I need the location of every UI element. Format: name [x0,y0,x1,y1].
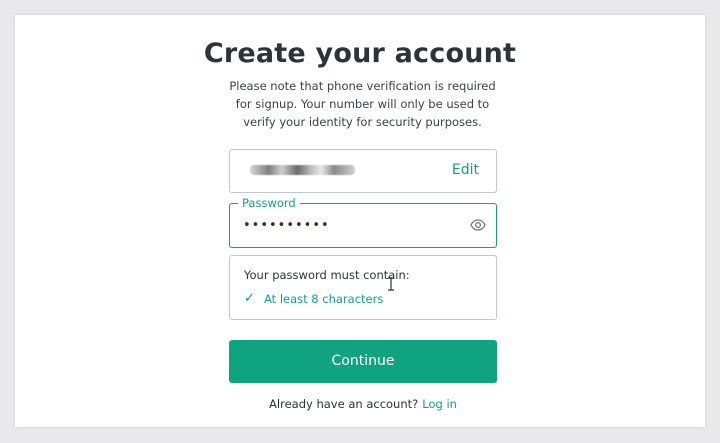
email-field: Edit [229,149,497,193]
password-label: Password [238,196,300,210]
requirement-label: At least 8 characters [264,291,384,306]
check-icon: ✓ [244,291,255,306]
login-prompt: Already have an account? Log in [0,397,720,411]
password-requirements: Your password must contain: ✓ At least 8… [229,255,497,320]
requirement-item: ✓ At least 8 characters [244,291,383,306]
edit-email-link[interactable]: Edit [452,162,479,178]
eye-icon[interactable] [470,217,486,233]
text-cursor-icon [388,277,394,291]
login-link[interactable]: Log in [422,397,457,411]
continue-button[interactable]: Continue [229,340,497,383]
redacted-email [250,165,355,175]
page-title: Create your account [203,38,517,69]
password-field[interactable]: Password [229,196,497,248]
login-prompt-text: Already have an account? [269,397,419,411]
page-subtitle: Please note that phone verification is r… [229,79,496,129]
password-input[interactable] [243,214,453,236]
requirements-heading: Your password must contain: [244,268,410,282]
